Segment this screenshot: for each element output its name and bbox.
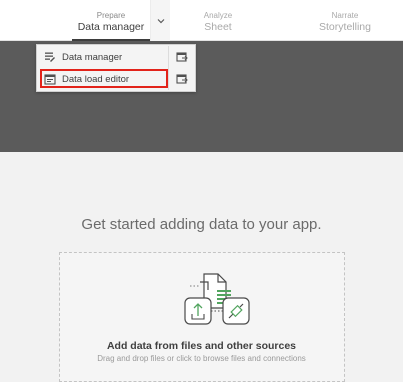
open-new-tab-icon[interactable] [168, 68, 195, 90]
menu-item-data-manager[interactable]: Data manager [37, 46, 195, 68]
tab-analyze[interactable]: Analyze Sheet [183, 0, 253, 41]
tab-narrate-label: Storytelling [319, 21, 371, 33]
menu-item-label: Data manager [62, 51, 123, 63]
menu-item-data-load-editor[interactable]: Data load editor [37, 68, 195, 90]
page-headline: Get started adding data to your app. [81, 216, 322, 233]
drop-zone-title: Add data from files and other sources [106, 340, 297, 352]
tab-prepare[interactable]: Prepare Data manager [72, 0, 150, 41]
tab-prepare-caption: Prepare [96, 11, 126, 20]
drop-zone-subtitle: Drag and drop files or click to browse f… [97, 354, 306, 363]
menu-item-label: Data load editor [62, 73, 130, 85]
tab-analyze-label: Sheet [204, 21, 232, 33]
tab-narrate[interactable]: Narrate Storytelling [300, 0, 390, 41]
chevron-down-icon [157, 18, 164, 23]
add-data-illustration-icon [184, 273, 250, 325]
script-editor-icon [44, 73, 56, 85]
top-navigation-bar: Prepare Data manager Analyze Sheet Narra… [0, 0, 403, 41]
tab-narrate-caption: Narrate [331, 11, 359, 20]
data-manager-icon [44, 51, 56, 63]
tab-prepare-label: Data manager [77, 21, 145, 33]
prepare-dropdown-toggle[interactable] [150, 0, 170, 41]
tab-analyze-caption: Analyze [203, 11, 233, 20]
prepare-dropdown-menu: Data manager Data load editor [36, 44, 196, 92]
open-new-tab-icon[interactable] [168, 46, 195, 68]
